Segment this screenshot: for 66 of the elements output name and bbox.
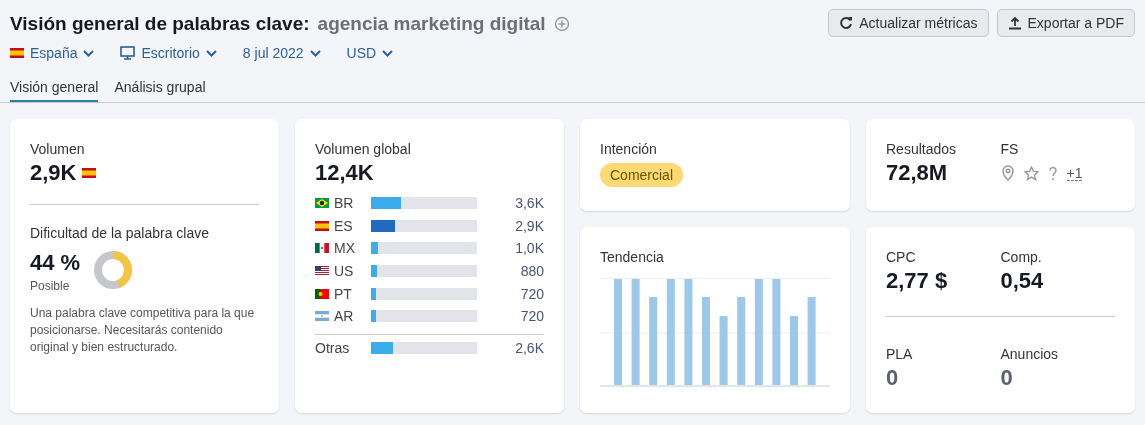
flag-icon: [315, 220, 329, 231]
card-label: Volumen: [30, 141, 86, 157]
question-icon: [1047, 165, 1058, 181]
global-volume-value: 12,4K: [315, 160, 375, 186]
country-volume: 720: [519, 308, 544, 325]
country-code: PT: [334, 285, 352, 302]
flag-icon: [315, 288, 329, 299]
card-label: Anuncios: [1000, 345, 1060, 362]
chevron-down-icon: [309, 49, 321, 57]
chevron-down-icon: [83, 49, 95, 57]
volume-value: 2,9K: [30, 160, 77, 186]
flag-icon: [315, 198, 329, 209]
flag-icon: [315, 311, 329, 322]
flag-icon: [82, 168, 97, 178]
card-label: Resultados: [886, 141, 958, 157]
flag-icon: [315, 243, 329, 254]
monitor-icon: [120, 46, 136, 60]
more-features-link[interactable]: +1: [1066, 165, 1083, 181]
filter-dropdown[interactable]: USD: [346, 45, 394, 61]
refresh-icon: [839, 16, 854, 30]
star-icon: [1023, 165, 1039, 181]
location-pin-icon: [1000, 165, 1015, 181]
difficulty-value: 44 %: [30, 250, 81, 276]
flag-icon: [10, 48, 24, 58]
filter-dropdown[interactable]: 8 jul 2022: [242, 45, 321, 61]
card-label: CPC: [886, 249, 917, 265]
filter-dropdown[interactable]: Escritorio: [120, 45, 217, 61]
country-volume: 3,6K: [514, 195, 544, 212]
refresh-button[interactable]: Actualizar métricas: [828, 9, 989, 37]
flag-icon: [315, 266, 329, 277]
add-circle-icon[interactable]: [553, 16, 570, 32]
upload-icon: [1007, 16, 1022, 30]
export-button[interactable]: Exportar a PDF: [996, 9, 1135, 37]
country-volume: 880: [519, 263, 544, 280]
tab[interactable]: Visión general: [10, 79, 99, 102]
country-volume: 720: [519, 285, 544, 302]
filter-dropdown[interactable]: España: [10, 45, 95, 61]
difficulty-description: Una palabra clave competitiva para la que posicionarse. Necesitarás contenido original y bien estructurado.: [30, 305, 255, 356]
intent-tag: Comercial: [600, 163, 683, 187]
card-label: Comp.: [1000, 249, 1043, 265]
metric-value: 2,77 $: [886, 268, 949, 294]
metric-value: 0: [1000, 364, 1014, 391]
country-code: AR: [334, 308, 354, 325]
keyword-title: agencia marketing digital: [317, 13, 546, 35]
card-label: Volumen global: [315, 141, 412, 157]
page-title: Visión general de palabras clave:: [10, 13, 310, 35]
country-volume: 2,9K: [514, 217, 544, 234]
country-volume: 2,6K: [514, 339, 544, 356]
card-label: FS: [1000, 141, 1020, 157]
country-code: US: [334, 263, 354, 280]
country-code: Otras: [315, 339, 351, 356]
card-label: Tendencia: [600, 249, 665, 265]
results-value: 72,8M: [886, 160, 949, 186]
card-label: PLA: [886, 345, 914, 362]
country-code: BR: [334, 195, 354, 212]
metric-value: 0,54: [1000, 268, 1045, 294]
country-volume: 1,0K: [514, 240, 544, 257]
chevron-down-icon: [205, 49, 217, 57]
card-label: Dificultad de la palabra clave: [30, 225, 210, 241]
tab[interactable]: Análisis grupal: [114, 79, 206, 102]
difficulty-rating: Posible: [30, 279, 71, 293]
country-code: ES: [334, 217, 353, 234]
chevron-down-icon: [382, 49, 394, 57]
card-label: Intención: [600, 141, 658, 157]
metric-value: 0: [886, 364, 900, 391]
country-code: MX: [334, 240, 355, 257]
